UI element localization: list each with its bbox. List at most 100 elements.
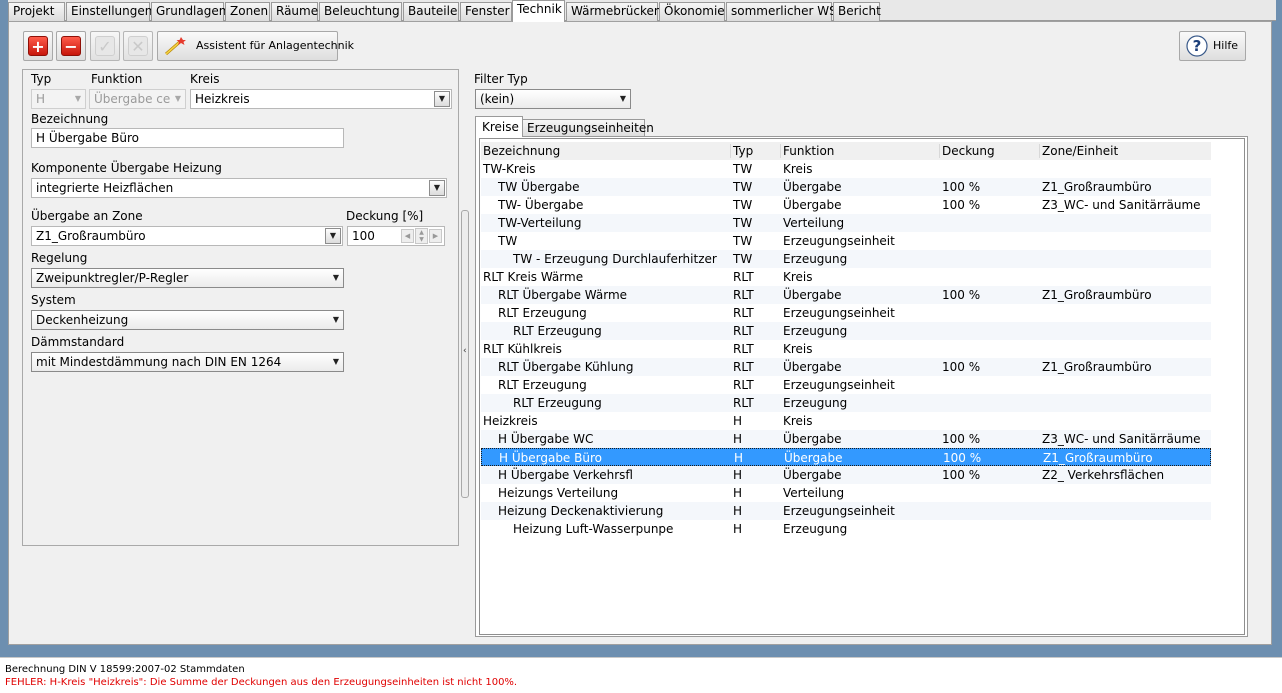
question-icon: ? (1186, 35, 1208, 57)
tab-grundlagen[interactable]: Grundlagen (151, 2, 226, 21)
kreis-value: Heizkreis (195, 92, 250, 106)
step-right-icon[interactable]: ▶ (429, 229, 442, 243)
table-row[interactable]: RLT Erzeugung RLT Erzeugungseinheit (481, 304, 1211, 322)
table-row[interactable]: H Übergabe WC H Übergabe 100 % Z3_WC- und Sa… (481, 430, 1211, 448)
minus-icon: − (61, 36, 81, 56)
tab-technik[interactable]: Technik (512, 0, 565, 22)
deckung-stepper[interactable]: 100 ◀ ▲ ▼ ▶ (347, 226, 445, 246)
subtab-erzeugungseinheiten[interactable]: Erzeugungseinheiten (522, 119, 654, 137)
cell-typ: H (733, 522, 743, 536)
zone-select[interactable]: Z1_Großraumbüro ▼ (31, 226, 343, 246)
funktion-value: Übergabe ce (94, 92, 171, 106)
daemm-label: Dämmstandard (31, 335, 125, 349)
table-row[interactable]: RLT Erzeugung RLT Erzeugung (481, 394, 1211, 412)
tab-zonen[interactable]: Zonen (225, 2, 270, 21)
cell-zone: Z1_Großraumbüro (1042, 180, 1152, 194)
cell-deckung: 100 % (942, 360, 981, 374)
tab-waermebruecken[interactable]: Wärmebrücken (566, 2, 662, 21)
tab-fenster[interactable]: Fenster (460, 2, 512, 21)
kreis-select[interactable]: Heizkreis ▼ (190, 89, 452, 109)
tab-projekt[interactable]: Projekt (8, 2, 65, 21)
table-row[interactable]: RLT Übergabe Kühlung RLT Übergabe 100 % Z1_G… (481, 358, 1211, 376)
cell-funktion: Kreis (783, 414, 813, 428)
cancel-button[interactable]: ✕ (123, 31, 153, 61)
table-row[interactable]: Heizkreis H Kreis (481, 412, 1211, 430)
regelung-select[interactable]: Zweipunktregler/P-Regler ▼ (31, 268, 344, 288)
status-bar: Berechnung DIN V 18599:2007-02 Stammdate… (0, 657, 1282, 693)
cell-bezeichnung: TW - Erzeugung Durchlauferhitzer (513, 252, 717, 266)
deckung-label: Deckung [%] (346, 209, 424, 223)
step-left-icon[interactable]: ◀ (401, 229, 414, 243)
cell-typ: RLT (733, 342, 754, 356)
table-row[interactable]: Heizungs Verteilung H Verteilung (481, 484, 1211, 502)
cell-funktion: Erzeugung (783, 252, 848, 266)
subtab-kreise[interactable]: Kreise (475, 116, 523, 137)
cell-typ: RLT (733, 270, 754, 284)
step-updown-icon[interactable]: ▲ ▼ (415, 228, 428, 244)
komponente-select[interactable]: integrierte Heizflächen ▼ (31, 178, 447, 198)
table-row[interactable]: RLT Übergabe Wärme RLT Übergabe 100 % Z1_Gro… (481, 286, 1211, 304)
cell-deckung: 100 % (942, 198, 981, 212)
typ-select[interactable]: H ▼ (31, 89, 86, 109)
table-row[interactable]: H Übergabe Verkehrsfl H Übergabe 100 % Z2_ V… (481, 466, 1211, 484)
daemm-select[interactable]: mit Mindestdämmung nach DIN EN 1264 ▼ (31, 352, 344, 372)
tab-sommerlicher-ws[interactable]: sommerlicher WS (726, 2, 837, 21)
table-row[interactable]: TW-Verteilung TW Verteilung (481, 214, 1211, 232)
table-row[interactable]: RLT Erzeugung RLT Erzeugungseinheit (481, 376, 1211, 394)
cell-deckung: 100 % (942, 468, 981, 482)
table-row[interactable]: TW - Erzeugung Durchlauferhitzer TW Erzeug… (481, 250, 1211, 268)
table-row[interactable]: TW TW Erzeugungseinheit (481, 232, 1211, 250)
cell-typ: RLT (733, 324, 754, 338)
add-button[interactable]: + (23, 31, 53, 61)
help-button[interactable]: ? Hilfe (1179, 31, 1246, 61)
table-row-selected[interactable]: H Übergabe Büro H Übergabe 100 % Z1_Großraum… (481, 448, 1211, 466)
status-info: Berechnung DIN V 18599:2007-02 Stammdate… (5, 664, 245, 675)
typ-label: Typ (31, 72, 52, 86)
table-row[interactable]: RLT Kreis Wärme RLT Kreis (481, 268, 1211, 286)
regelung-label: Regelung (31, 251, 88, 265)
cell-typ: TW (733, 252, 753, 266)
table-row[interactable]: RLT Kühlkreis RLT Kreis (481, 340, 1211, 358)
header-deckung[interactable]: Deckung (942, 142, 995, 160)
bezeichnung-input[interactable]: H Übergabe Büro (31, 128, 344, 148)
cell-funktion: Übergabe (783, 198, 842, 212)
header-bezeichnung[interactable]: Bezeichnung (483, 142, 560, 160)
system-select[interactable]: Deckenheizung ▼ (31, 310, 344, 330)
remove-button[interactable]: − (56, 31, 86, 61)
kreise-table: Bezeichnung Typ Funktion Deckung Zone/Ei… (479, 138, 1245, 635)
header-funktion[interactable]: Funktion (783, 142, 834, 160)
tab-bericht[interactable]: Bericht (833, 2, 881, 21)
cell-zone: Z3_WC- und Sanitärräume (1042, 432, 1201, 446)
cell-zone: Z1_Großraumbüro (1042, 360, 1152, 374)
funktion-select[interactable]: Übergabe ce ▼ (89, 89, 186, 109)
table-row[interactable]: Heizung Luft-Wasserpunpe H Erzeugung (481, 520, 1211, 538)
table-row[interactable]: TW Übergabe TW Übergabe 100 % Z1_Großraumbür… (481, 178, 1211, 196)
cell-zone: Z2_ Verkehrsflächen (1042, 468, 1165, 482)
assistant-button[interactable]: Assistent für Anlagentechnik (157, 31, 354, 61)
tab-beleuchtung[interactable]: Beleuchtung (319, 2, 402, 21)
daemm-value: mit Mindestdämmung nach DIN EN 1264 (36, 355, 282, 369)
header-zone[interactable]: Zone/Einheit (1042, 142, 1118, 160)
collapse-left-icon[interactable]: ‹ (463, 346, 467, 356)
bezeichnung-label: Bezeichnung (31, 112, 109, 126)
cell-typ: H (733, 486, 743, 500)
cell-funktion: Übergabe (783, 288, 842, 302)
header-typ[interactable]: Typ (733, 142, 753, 160)
cell-bezeichnung: RLT Erzeugung (513, 324, 602, 338)
tab-raeume[interactable]: Räume (271, 2, 318, 21)
table-row[interactable]: TW- Übergabe TW Übergabe 100 % Z3_WC- und Sa… (481, 196, 1211, 214)
table-row[interactable]: RLT Erzeugung RLT Erzeugung (481, 322, 1211, 340)
cell-deckung: 100 % (942, 288, 981, 302)
table-row[interactable]: Heizung Deckenaktivierung H Erzeugungseinh… (481, 502, 1211, 520)
tab-einstellungen[interactable]: Einstellungen (66, 2, 152, 21)
chevron-down-icon: ▼ (332, 315, 339, 324)
filter-select[interactable]: (kein) ▼ (475, 89, 631, 109)
tab-oekonomie[interactable]: Ökonomie (659, 2, 725, 21)
komponente-value: integrierte Heizflächen (36, 181, 174, 195)
confirm-button[interactable]: ✓ (90, 31, 120, 61)
table-row[interactable]: TW-Kreis TW Kreis (481, 160, 1211, 178)
cell-bezeichnung: RLT Erzeugung (513, 396, 602, 410)
cell-typ: RLT (733, 396, 754, 410)
tab-bauteile[interactable]: Bauteile (403, 2, 459, 21)
system-label: System (31, 293, 76, 307)
